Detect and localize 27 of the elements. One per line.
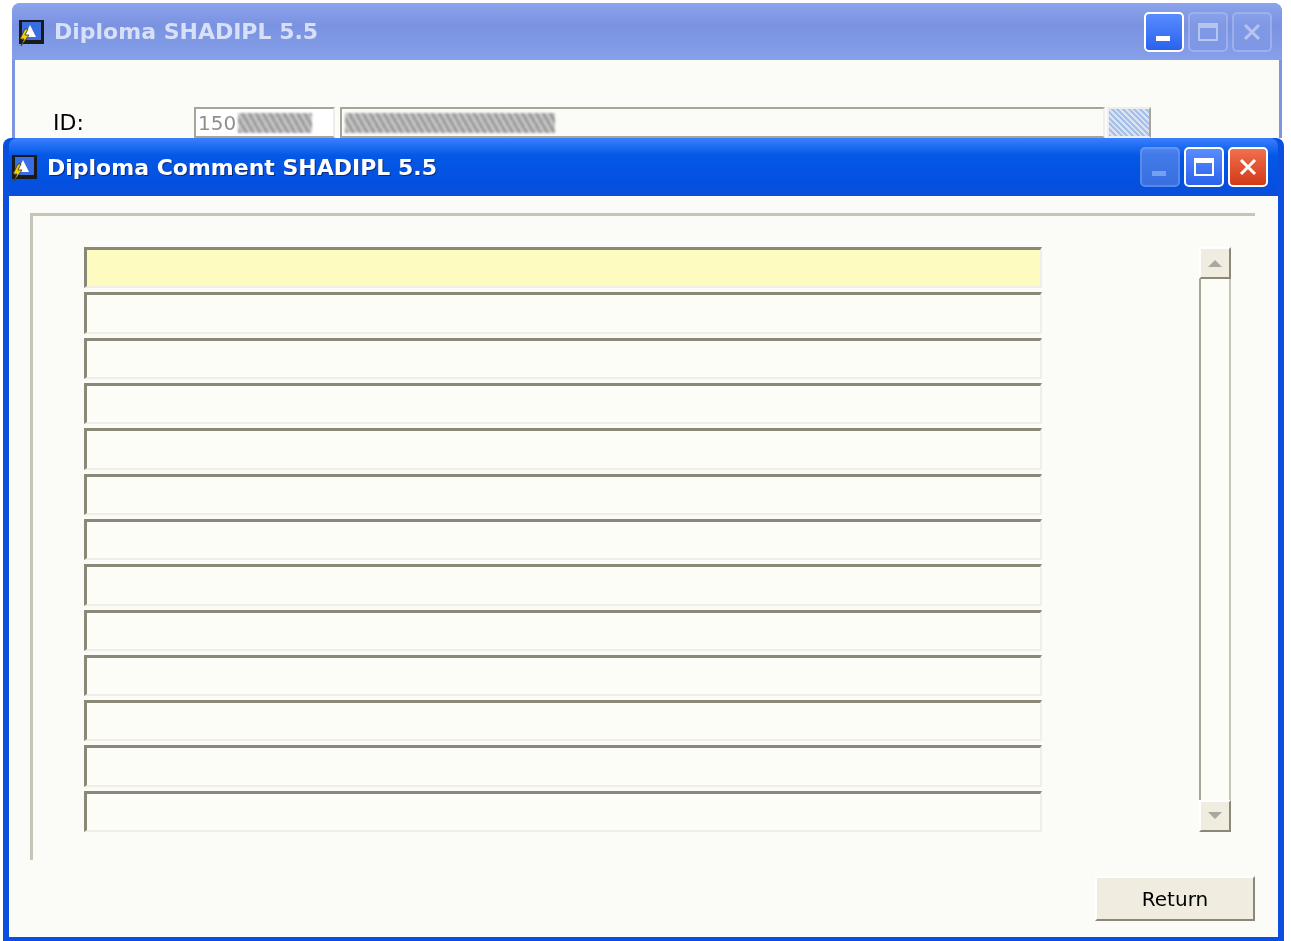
scroll-down-button[interactable] <box>1199 800 1231 832</box>
comment-field[interactable] <box>84 654 1042 697</box>
id-label: ID: <box>53 110 84 135</box>
comment-field[interactable] <box>84 518 1042 561</box>
window-title: Diploma Comment SHADIPL 5.5 <box>47 154 438 180</box>
comment-field[interactable] <box>84 700 1042 742</box>
scroll-up-button[interactable] <box>1199 247 1231 279</box>
comment-field[interactable] <box>84 337 1042 379</box>
window-title: Diploma SHADIPL 5.5 <box>54 19 320 44</box>
search-button[interactable] <box>1107 107 1151 138</box>
app-icon <box>9 152 39 182</box>
comment-field[interactable] <box>84 428 1042 470</box>
comment-field[interactable] <box>84 247 1042 289</box>
down-arrow-icon <box>1208 812 1222 820</box>
close-icon <box>1242 21 1262 42</box>
close-icon <box>1238 157 1258 177</box>
return-button[interactable]: Return <box>1095 876 1255 921</box>
comment-field[interactable] <box>84 790 1042 833</box>
up-arrow-icon <box>1208 259 1222 267</box>
comment-field[interactable] <box>84 609 1042 651</box>
comment-field[interactable] <box>84 382 1042 425</box>
comment-field[interactable] <box>84 745 1042 787</box>
name-field[interactable] <box>340 107 1105 138</box>
comment-field[interactable] <box>84 564 1042 606</box>
scrollbar[interactable] <box>1199 247 1231 832</box>
comment-field[interactable] <box>84 292 1042 334</box>
comment-field[interactable] <box>84 473 1042 515</box>
